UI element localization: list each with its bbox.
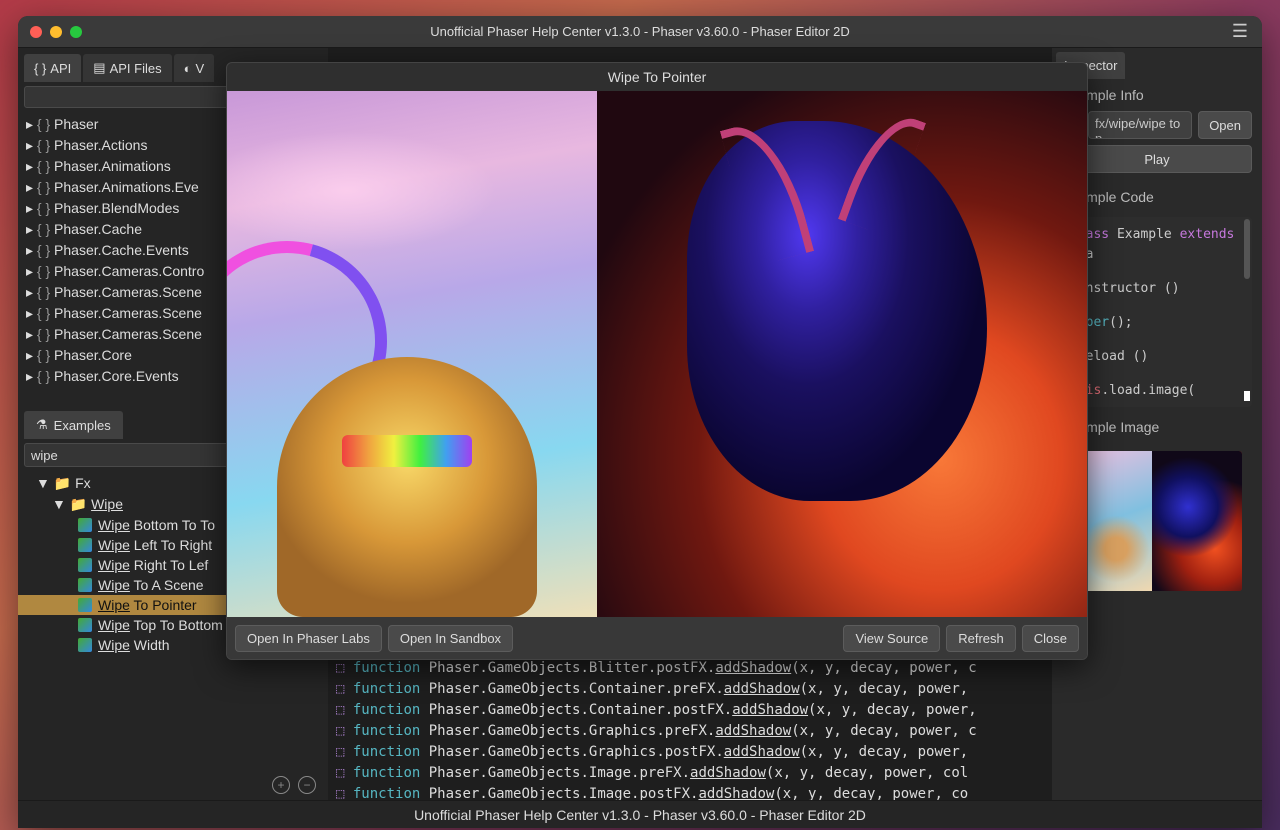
preview-dialog: Wipe To Pointer Open In Phaser Labs Open… xyxy=(226,62,1088,660)
open-phaser-labs-button[interactable]: Open In Phaser Labs xyxy=(235,625,382,652)
titlebar: Unofficial Phaser Help Center v1.3.0 - P… xyxy=(18,16,1262,48)
refresh-button[interactable]: Refresh xyxy=(946,625,1016,652)
hamburger-menu-icon[interactable]: ☰ xyxy=(1232,21,1248,42)
code-line[interactable]: ⬚ function Phaser.GameObjects.Image.preF… xyxy=(332,763,1052,784)
example-thumbnail xyxy=(1062,451,1242,591)
tab-partial[interactable]: ◐ V xyxy=(174,54,215,82)
preview-canvas[interactable] xyxy=(227,91,1087,617)
expand-all-button[interactable]: + xyxy=(272,776,290,794)
code-listing: ⬚ function Phaser.GameObjects.Blitter.po… xyxy=(332,658,1052,800)
path-field[interactable]: fx/wipe/wipe to p xyxy=(1088,111,1192,139)
dialog-title: Wipe To Pointer xyxy=(227,63,1087,91)
code-line[interactable]: ⬚ function Phaser.GameObjects.Graphics.p… xyxy=(332,721,1052,742)
code-line[interactable]: ⬚ function Phaser.GameObjects.Image.post… xyxy=(332,784,1052,800)
tab-api[interactable]: { } API xyxy=(24,54,81,82)
flask-icon xyxy=(36,417,48,433)
example-code-title: Example Code xyxy=(1062,189,1252,205)
example-code-preview[interactable]: class Example extends Pha constructor ()… xyxy=(1062,217,1252,407)
play-button[interactable]: Play xyxy=(1062,145,1252,173)
code-line[interactable]: ⬚ function Phaser.GameObjects.Blitter.po… xyxy=(332,658,1052,679)
code-line[interactable]: ⬚ function Phaser.GameObjects.Container.… xyxy=(332,679,1052,700)
collapse-all-button[interactable]: − xyxy=(298,776,316,794)
open-button[interactable]: Open xyxy=(1198,111,1252,139)
example-info-title: Example Info xyxy=(1062,87,1252,103)
tab-api-files[interactable]: ▤ API Files xyxy=(83,54,171,82)
window-title: Unofficial Phaser Help Center v1.3.0 - P… xyxy=(18,24,1262,39)
code-line[interactable]: ⬚ function Phaser.GameObjects.Graphics.p… xyxy=(332,742,1052,763)
view-source-button[interactable]: View Source xyxy=(843,625,940,652)
status-bar: Unofficial Phaser Help Center v1.3.0 - P… xyxy=(18,800,1262,828)
example-image-title: Example Image xyxy=(1062,419,1252,435)
code-line[interactable]: ⬚ function Phaser.GameObjects.Container.… xyxy=(332,700,1052,721)
close-button[interactable]: Close xyxy=(1022,625,1079,652)
open-sandbox-button[interactable]: Open In Sandbox xyxy=(388,625,513,652)
tab-examples[interactable]: Examples xyxy=(24,411,123,439)
code-scrollbar[interactable] xyxy=(1244,219,1250,279)
